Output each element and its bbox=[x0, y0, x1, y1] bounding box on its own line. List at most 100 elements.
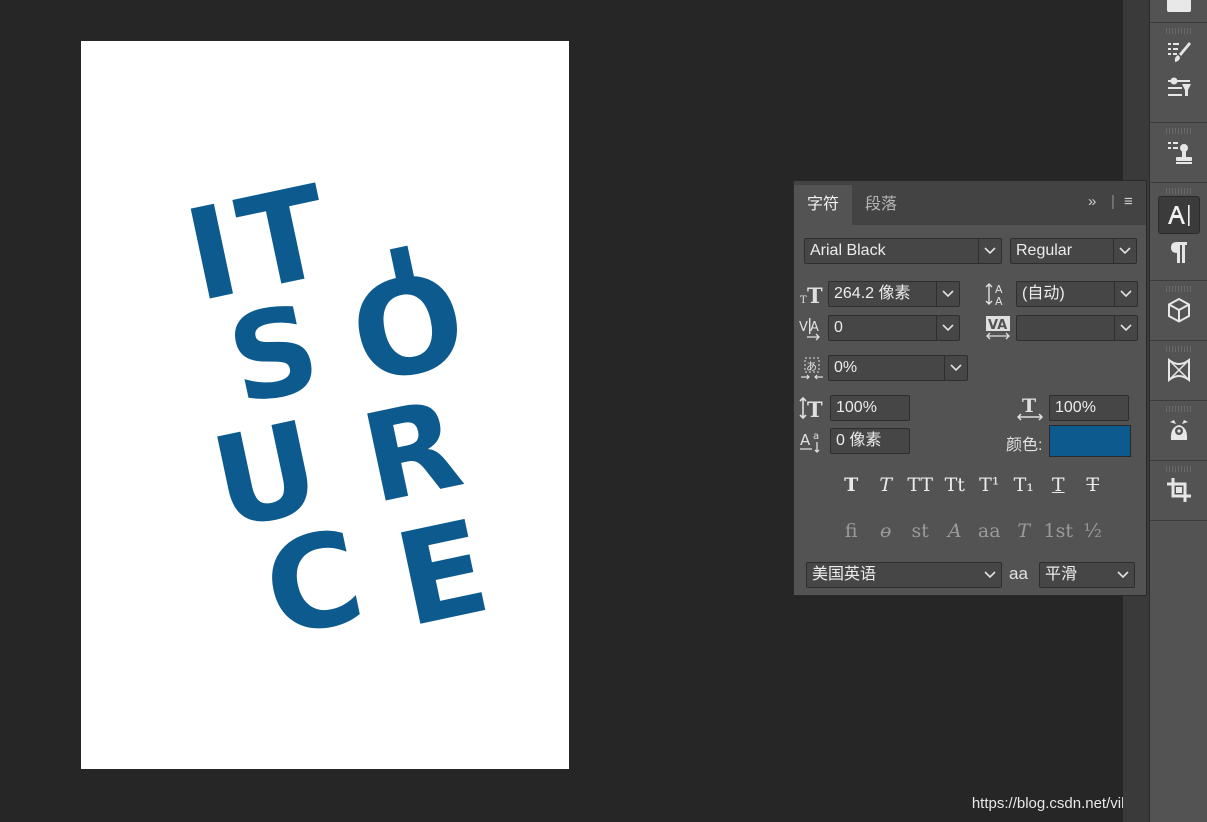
all-caps-button[interactable]: TT bbox=[903, 474, 938, 496]
svg-text:T: T bbox=[807, 283, 823, 307]
tracking-icon: VA bbox=[985, 315, 1011, 341]
adjustments-button[interactable] bbox=[1159, 70, 1199, 106]
partial-panel-icon[interactable] bbox=[1167, 0, 1191, 12]
svg-text:A: A bbox=[995, 295, 1003, 307]
group-grip[interactable] bbox=[1166, 466, 1192, 472]
dock-group-3d bbox=[1150, 282, 1207, 341]
chevron-down-icon[interactable] bbox=[1112, 563, 1134, 587]
tab-character[interactable]: 字符 bbox=[794, 185, 852, 225]
font-family-select[interactable]: Arial Black bbox=[804, 238, 1002, 264]
faux-bold-button[interactable]: T bbox=[834, 474, 869, 496]
font-size-input[interactable]: 264.2 像素 bbox=[828, 281, 960, 307]
chevron-down-icon[interactable] bbox=[936, 316, 959, 340]
tsume-input[interactable]: 0% bbox=[828, 355, 968, 381]
panel-dock bbox=[1149, 0, 1207, 822]
group-grip[interactable] bbox=[1166, 406, 1192, 412]
svg-text:A: A bbox=[800, 431, 811, 449]
small-caps-button[interactable]: Tt bbox=[938, 474, 973, 496]
svg-text:A: A bbox=[810, 320, 819, 335]
dock-group-top bbox=[1150, 0, 1207, 23]
3d-panel-button[interactable] bbox=[1159, 292, 1199, 328]
document-canvas[interactable]: I T S U C O R E bbox=[81, 41, 569, 769]
paragraph-panel-button[interactable] bbox=[1159, 234, 1199, 270]
paragraph-panel-icon bbox=[1171, 242, 1187, 263]
svg-text:a: a bbox=[813, 431, 819, 442]
underline-button[interactable]: T bbox=[1041, 474, 1076, 496]
faux-italic-button[interactable]: T bbox=[869, 474, 904, 496]
vertical-scale-input[interactable]: 100% bbox=[830, 395, 910, 421]
language-value: 美国英语 bbox=[812, 566, 877, 583]
ordinals-button[interactable]: 1st bbox=[1041, 520, 1076, 542]
tsume-icon: あ bbox=[799, 355, 825, 381]
font-style-value: Regular bbox=[1016, 242, 1073, 259]
crop-icon bbox=[1167, 478, 1191, 502]
antialias-value: 平滑 bbox=[1045, 566, 1078, 583]
chevron-down-icon[interactable] bbox=[1114, 282, 1137, 306]
chevron-down-icon[interactable] bbox=[1114, 316, 1137, 340]
leading-value: (自动) bbox=[1022, 285, 1065, 302]
chevron-down-icon[interactable] bbox=[1113, 239, 1136, 263]
baseline-shift-icon: Aa bbox=[799, 428, 825, 454]
svg-text:T: T bbox=[1022, 395, 1036, 417]
adjustments-icon bbox=[1168, 77, 1191, 96]
horizontal-scale-input[interactable]: 100% bbox=[1049, 395, 1129, 421]
panel-tab-bar: 字符 段落 » | ≡ bbox=[794, 181, 1146, 225]
chevron-down-icon[interactable] bbox=[979, 563, 1001, 587]
type-style-buttons: T T TT Tt T¹ T₁ T T bbox=[834, 474, 1110, 496]
vertical-scale-value: 100% bbox=[836, 399, 877, 416]
leading-icon: AA bbox=[985, 281, 1011, 307]
standard-ligatures-button[interactable]: fi bbox=[834, 520, 869, 542]
tracking-input[interactable] bbox=[1016, 315, 1138, 341]
warp-button[interactable] bbox=[1159, 352, 1199, 388]
antialias-select[interactable]: 平滑 bbox=[1039, 562, 1135, 588]
chevron-down-icon[interactable] bbox=[978, 239, 1001, 263]
color-label: 颜色: bbox=[1006, 437, 1043, 454]
brush-preset-button[interactable] bbox=[1159, 34, 1199, 70]
font-family-value: Arial Black bbox=[810, 242, 886, 259]
svg-text:T: T bbox=[800, 295, 807, 306]
leading-input[interactable]: (自动) bbox=[1016, 281, 1138, 307]
3d-cube-icon bbox=[1168, 297, 1190, 323]
character-panel-button[interactable] bbox=[1158, 196, 1200, 234]
tsume-value: 0% bbox=[834, 359, 858, 376]
group-grip[interactable] bbox=[1166, 28, 1192, 34]
clone-source-icon bbox=[1168, 142, 1192, 164]
crop-button[interactable] bbox=[1159, 472, 1199, 508]
language-select[interactable]: 美国英语 bbox=[806, 562, 1002, 588]
titling-alternates-button[interactable]: T bbox=[1007, 520, 1042, 542]
group-grip[interactable] bbox=[1166, 286, 1192, 292]
brush-preset-icon bbox=[1168, 42, 1191, 62]
kerning-value: 0 bbox=[834, 319, 843, 336]
fractions-button[interactable]: ½ bbox=[1076, 520, 1111, 542]
contextual-alternates-button[interactable]: ɵ bbox=[869, 520, 904, 542]
header-divider: | bbox=[1111, 193, 1115, 210]
kerning-input[interactable]: 0 bbox=[828, 315, 960, 341]
font-size-value: 264.2 像素 bbox=[834, 285, 911, 302]
timer-button[interactable] bbox=[1159, 412, 1199, 448]
collapse-panel-icon[interactable]: » bbox=[1088, 193, 1096, 210]
tab-paragraph[interactable]: 段落 bbox=[852, 185, 910, 225]
subscript-button[interactable]: T₁ bbox=[1007, 474, 1042, 496]
clone-source-button[interactable] bbox=[1159, 134, 1199, 170]
dock-group-brushes bbox=[1150, 24, 1207, 123]
discretionary-ligatures-button[interactable]: st bbox=[903, 520, 938, 542]
group-grip[interactable] bbox=[1166, 188, 1192, 194]
warp-icon bbox=[1168, 357, 1190, 383]
font-style-select[interactable]: Regular bbox=[1010, 238, 1137, 264]
svg-text:VA: VA bbox=[988, 318, 1007, 333]
panel-menu-icon[interactable]: ≡ bbox=[1124, 193, 1133, 210]
character-panel: 字符 段落 » | ≡ Arial Black Regular TT 264.2… bbox=[793, 180, 1147, 596]
stylistic-alternates-button[interactable]: aa bbox=[972, 520, 1007, 542]
chevron-down-icon[interactable] bbox=[936, 282, 959, 306]
text-color-swatch[interactable] bbox=[1049, 425, 1131, 457]
vertical-scale-icon: T bbox=[799, 395, 825, 421]
chevron-down-icon[interactable] bbox=[944, 356, 967, 380]
group-grip[interactable] bbox=[1166, 128, 1192, 134]
baseline-shift-input[interactable]: 0 像素 bbox=[830, 428, 910, 454]
swash-button[interactable]: A bbox=[938, 520, 973, 542]
strikethrough-button[interactable]: T bbox=[1076, 474, 1111, 496]
group-grip[interactable] bbox=[1166, 346, 1192, 352]
font-size-icon: TT bbox=[799, 281, 825, 307]
dock-group-type bbox=[1150, 184, 1207, 281]
superscript-button[interactable]: T¹ bbox=[972, 474, 1007, 496]
